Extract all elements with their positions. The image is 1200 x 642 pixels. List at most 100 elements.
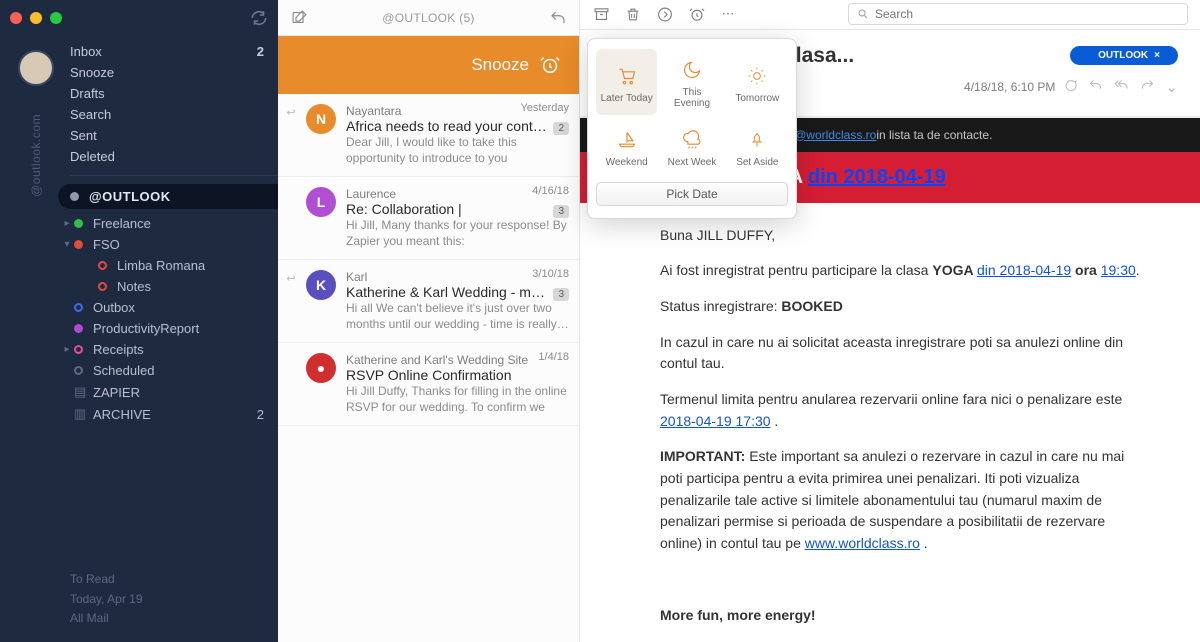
msg-from: Katherine and Karl's Wedding Site bbox=[346, 353, 569, 367]
reply-icon[interactable] bbox=[1088, 78, 1103, 96]
msglist-title: @OUTLOOK (5) bbox=[328, 11, 529, 25]
tree-scheduled[interactable]: Scheduled bbox=[60, 360, 278, 381]
replied-indicator-icon: ↩ bbox=[286, 106, 296, 166]
bottom-line[interactable]: To Read bbox=[70, 570, 278, 589]
cart-icon bbox=[616, 63, 638, 89]
color-dot-icon bbox=[74, 366, 83, 375]
tree-archive[interactable]: ▥ ARCHIVE 2 bbox=[60, 403, 278, 425]
bottom-status: To Read Today, Apr 19 All Mail bbox=[70, 570, 278, 628]
folder-sent[interactable]: Sent bbox=[70, 125, 278, 146]
chat-icon[interactable] bbox=[1063, 78, 1078, 96]
banner-link[interactable]: din 2018-04-19 bbox=[808, 166, 946, 188]
message-datetime: 4/18/18, 6:10 PM bbox=[964, 80, 1055, 94]
folder-count: 2 bbox=[257, 44, 264, 59]
account-selected[interactable]: @OUTLOOK bbox=[58, 184, 278, 209]
alarm-clock-icon bbox=[539, 54, 561, 76]
message-row[interactable]: ● Katherine and Karl's Wedding Site RSVP… bbox=[278, 343, 579, 426]
msg-date: 3/10/18 bbox=[532, 268, 569, 280]
compose-icon[interactable] bbox=[290, 9, 308, 27]
folder-snooze[interactable]: Snooze bbox=[70, 62, 278, 83]
more-icon[interactable]: ⋯ bbox=[720, 5, 738, 23]
folder-inbox[interactable]: Inbox 2 bbox=[70, 41, 278, 62]
tree-notes[interactable]: Notes bbox=[60, 276, 278, 297]
msg-preview: Hi all We can't believe it's just over t… bbox=[346, 300, 569, 332]
sailboat-icon bbox=[617, 127, 637, 153]
tree-zapier[interactable]: ▤ ZAPIER bbox=[60, 381, 278, 403]
message-row[interactable]: ↩ K Karl Katherine & Karl Wedding - m… H… bbox=[278, 260, 579, 343]
snooze-option-this-evening[interactable]: This Evening bbox=[661, 49, 722, 115]
archive-icon[interactable] bbox=[592, 5, 610, 23]
expand-icon[interactable]: ⌄ bbox=[1165, 78, 1178, 96]
folder-deleted[interactable]: Deleted bbox=[70, 146, 278, 167]
search-field[interactable] bbox=[848, 3, 1188, 25]
avatar[interactable] bbox=[18, 50, 54, 86]
reply-all-icon[interactable] bbox=[1113, 78, 1130, 96]
msg-date: Yesterday bbox=[520, 102, 569, 114]
body-line: Status inregistrare: BOOKED bbox=[660, 296, 1140, 318]
folder-label: Inbox bbox=[70, 44, 102, 59]
traffic-lights bbox=[10, 12, 62, 24]
sender-avatar: ● bbox=[306, 353, 336, 383]
sync-icon[interactable] bbox=[250, 9, 268, 27]
color-dot-icon bbox=[98, 282, 107, 291]
folder-search[interactable]: Search bbox=[70, 104, 278, 125]
close-window-button[interactable] bbox=[10, 12, 22, 24]
tree-fso[interactable]: ▾ FSO bbox=[60, 234, 278, 255]
folder-drafts[interactable]: Drafts bbox=[70, 83, 278, 104]
replied-indicator-icon bbox=[286, 189, 296, 249]
tree-outbox[interactable]: Outbox bbox=[60, 297, 278, 318]
snooze-option-later-today[interactable]: Later Today bbox=[596, 49, 657, 115]
msg-preview: Hi Jill Duffy, Thanks for filling in the… bbox=[346, 383, 569, 415]
snooze-option-next-week[interactable]: Next Week bbox=[661, 119, 722, 174]
snooze-option-tomorrow[interactable]: Tomorrow bbox=[727, 49, 788, 115]
sidebar: @outlook.com Inbox 2 Snooze Drafts Searc… bbox=[0, 0, 278, 642]
tree-productivity[interactable]: ProductivityReport bbox=[60, 318, 278, 339]
msg-preview: Dear Jill, I would like to take this opp… bbox=[346, 134, 569, 166]
tree-limba-romana[interactable]: Limba Romana bbox=[60, 255, 278, 276]
folder-icon: ▤ bbox=[74, 384, 83, 400]
pick-date-button[interactable]: Pick Date bbox=[596, 182, 788, 206]
msg-count-badge: 3 bbox=[553, 205, 569, 218]
body-signoff: More fun, more energy! bbox=[660, 605, 1140, 627]
reply-icon[interactable] bbox=[549, 9, 567, 27]
msg-date: 1/4/18 bbox=[538, 351, 569, 363]
sun-icon bbox=[747, 63, 767, 89]
folder-list: Inbox 2 Snooze Drafts Search Sent Delete… bbox=[70, 41, 278, 184]
msg-preview: Hi Jill, Many thanks for your response! … bbox=[346, 217, 569, 249]
forward-icon[interactable] bbox=[1140, 78, 1155, 96]
sender-avatar: N bbox=[306, 104, 336, 134]
bottom-line[interactable]: All Mail bbox=[70, 609, 278, 628]
body-link[interactable]: din 2018-04-19 bbox=[977, 262, 1071, 278]
tree-freelance[interactable]: ▸ Freelance bbox=[60, 213, 278, 234]
search-icon bbox=[857, 8, 869, 20]
body-link[interactable]: 19:30 bbox=[1101, 262, 1136, 278]
sender-avatar: L bbox=[306, 187, 336, 217]
bottom-line[interactable]: Today, Apr 19 bbox=[70, 590, 278, 609]
forward-icon[interactable] bbox=[656, 5, 674, 23]
msg-subject: Katherine & Karl Wedding - m… bbox=[346, 284, 569, 300]
account-block: @outlook.com bbox=[18, 50, 54, 197]
body-greeting: Buna JILL DUFFY, bbox=[660, 225, 1140, 247]
body-link[interactable]: 2018-04-19 17:30 bbox=[660, 413, 771, 429]
snooze-icon[interactable] bbox=[688, 5, 706, 23]
account-pill[interactable]: OUTLOOK × bbox=[1070, 46, 1178, 65]
search-input[interactable] bbox=[875, 7, 1179, 21]
body-line: Ai fost inregistrat pentru participare l… bbox=[660, 260, 1140, 282]
msglist-toolbar: @OUTLOOK (5) bbox=[278, 0, 579, 36]
snooze-option-set-aside[interactable]: Set Aside bbox=[727, 119, 788, 174]
folder-count: 2 bbox=[257, 407, 264, 422]
message-row[interactable]: L Laurence Re: Collaboration | Hi Jill, … bbox=[278, 177, 579, 260]
body-link[interactable]: www.worldclass.ro bbox=[805, 535, 920, 551]
minimize-window-button[interactable] bbox=[30, 12, 42, 24]
selected-account-label: @OUTLOOK bbox=[89, 189, 171, 204]
message-row[interactable]: ↩ N Nayantara Africa needs to read your … bbox=[278, 94, 579, 177]
chevron-right-icon: ▸ bbox=[60, 218, 74, 229]
tree-receipts[interactable]: ▸ Receipts bbox=[60, 339, 278, 360]
trash-icon[interactable] bbox=[624, 5, 642, 23]
body-line: In cazul in care nu ai solicitat aceasta… bbox=[660, 332, 1140, 375]
close-icon[interactable]: × bbox=[1154, 50, 1160, 61]
account-dot-icon bbox=[70, 192, 79, 201]
divider bbox=[70, 175, 278, 176]
snooze-option-weekend[interactable]: Weekend bbox=[596, 119, 657, 174]
maximize-window-button[interactable] bbox=[50, 12, 62, 24]
